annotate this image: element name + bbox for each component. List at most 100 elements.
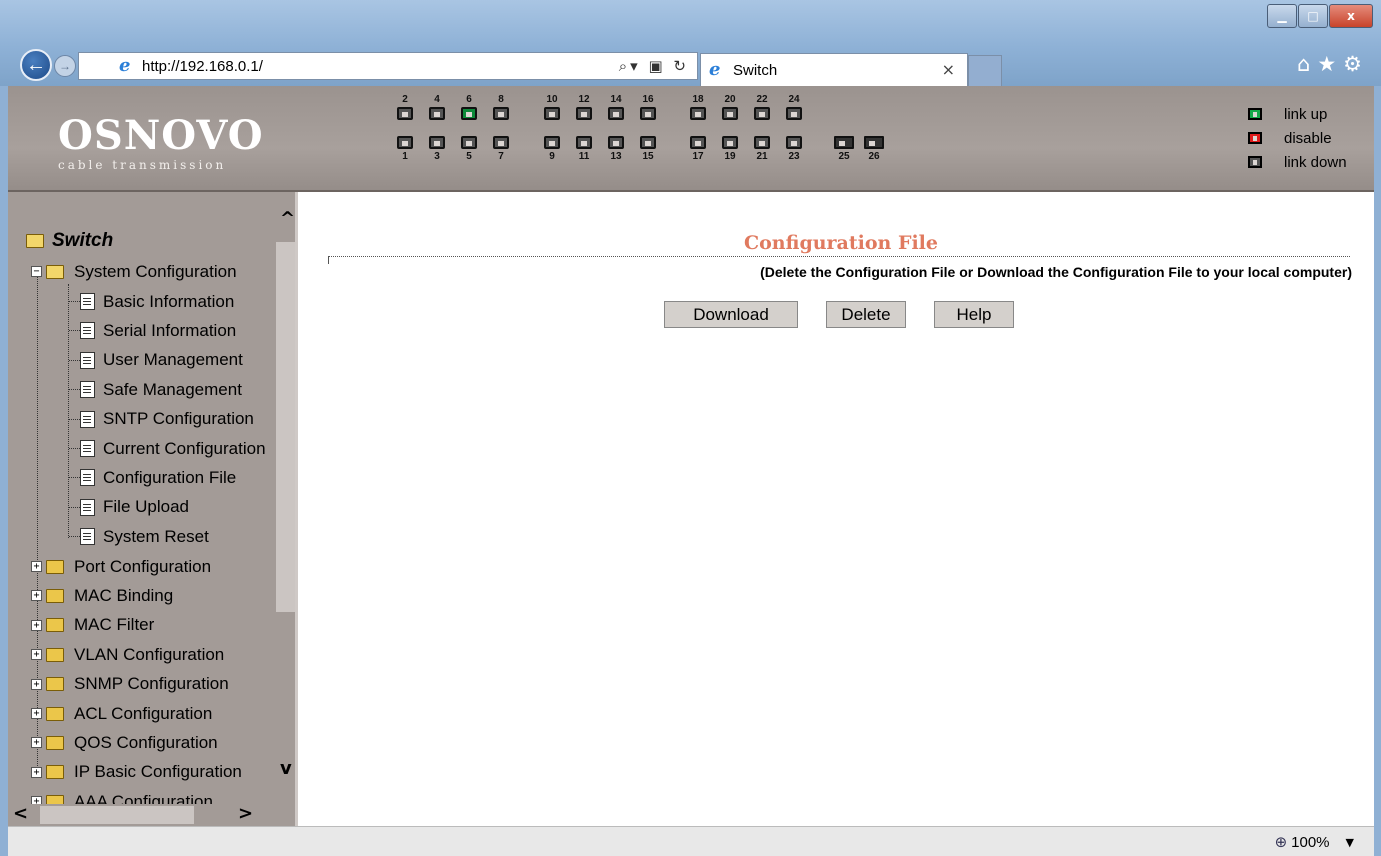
horizontal-scroll-thumb[interactable]	[40, 806, 194, 824]
expand-icon[interactable]: +	[31, 649, 42, 661]
expand-icon[interactable]: +	[31, 561, 42, 572]
tree-item-mac-filter[interactable]: + MAC Filter	[31, 611, 154, 640]
port-14[interactable]: 14	[604, 94, 628, 122]
address-actions-icon[interactable]: ⌕▾ ▣ ↻	[619, 57, 689, 75]
tree-item-serial-information[interactable]: Serial Information	[80, 316, 236, 345]
maximize-button[interactable]: □	[1298, 4, 1328, 28]
port-number: 20	[724, 94, 736, 105]
download-button[interactable]: Download	[664, 301, 798, 328]
port-5[interactable]: 5	[457, 134, 481, 162]
tab-title: Switch	[733, 61, 778, 79]
gear-icon[interactable]: ⚙	[1343, 52, 1369, 76]
tree-root[interactable]: Switch	[26, 230, 113, 252]
port-24[interactable]: 24	[782, 94, 806, 122]
window-controls: ▁ □ x	[1266, 4, 1373, 28]
tree-item-label: Basic Information	[103, 291, 235, 311]
port-6[interactable]: 6	[457, 94, 481, 122]
expand-icon[interactable]: +	[31, 766, 42, 778]
scroll-right-icon[interactable]: >	[238, 803, 253, 824]
tree-item-aaa-configuration[interactable]: + AAA Configuration	[31, 787, 213, 804]
ie-tab-icon: e	[709, 59, 721, 80]
port-20[interactable]: 20	[718, 94, 742, 122]
scroll-down-icon[interactable]: v	[280, 758, 292, 779]
tree-item-vlan-configuration[interactable]: + VLAN Configuration	[31, 640, 224, 669]
port-10[interactable]: 10	[540, 94, 564, 122]
port-number: 19	[724, 151, 736, 162]
ethernet-port-icon	[544, 107, 560, 120]
expand-icon[interactable]: +	[31, 737, 42, 749]
tree-item-user-management[interactable]: User Management	[80, 346, 243, 375]
collapse-icon[interactable]: −	[31, 266, 42, 277]
tree-item-label: ACL Configuration	[74, 703, 213, 723]
legend-link-down-label: link down	[1284, 153, 1347, 171]
vertical-scroll-thumb[interactable]	[276, 242, 295, 612]
tree-item-basic-information[interactable]: Basic Information	[80, 287, 234, 316]
expand-icon[interactable]: +	[31, 796, 42, 804]
expand-icon[interactable]: +	[31, 678, 42, 690]
home-icon[interactable]: ⌂	[1297, 52, 1317, 76]
port-12[interactable]: 12	[572, 94, 596, 122]
address-bar[interactable]: e http://192.168.0.1/ ⌕▾ ▣ ↻	[78, 52, 698, 80]
port-16[interactable]: 16	[636, 94, 660, 122]
minimize-button[interactable]: ▁	[1267, 4, 1297, 28]
port-2[interactable]: 2	[393, 94, 417, 122]
tree-item-acl-configuration[interactable]: + ACL Configuration	[31, 699, 212, 728]
tree-item-file-upload[interactable]: File Upload	[80, 493, 189, 522]
port-17[interactable]: 17	[686, 134, 710, 162]
port-13[interactable]: 13	[604, 134, 628, 162]
port-15[interactable]: 15	[636, 134, 660, 162]
scroll-up-icon[interactable]: ^	[280, 208, 295, 229]
port-number: 10	[546, 94, 558, 105]
tree-item-sntp-configuration[interactable]: SNTP Configuration	[80, 405, 254, 434]
tree-item-configuration-file[interactable]: Configuration File	[80, 463, 236, 492]
help-button[interactable]: Help	[934, 301, 1014, 328]
tree-item-label: Current Configuration	[103, 438, 266, 458]
ethernet-port-icon	[834, 136, 854, 149]
port-up-icon	[1248, 108, 1262, 120]
ethernet-port-icon	[640, 136, 656, 149]
port-11[interactable]: 11	[572, 134, 596, 162]
port-7[interactable]: 7	[489, 134, 513, 162]
delete-button[interactable]: Delete	[826, 301, 906, 328]
port-4[interactable]: 4	[425, 94, 449, 122]
port-23[interactable]: 23	[782, 134, 806, 162]
port-25[interactable]: 25	[832, 134, 856, 162]
port-26[interactable]: 26	[862, 134, 886, 162]
tree-connector	[69, 301, 80, 302]
tree-item-mac-binding[interactable]: + MAC Binding	[31, 581, 173, 610]
close-window-button[interactable]: x	[1329, 4, 1373, 28]
tree-vertical-scrollbar[interactable]: ^ v	[275, 192, 295, 804]
tab-close-icon[interactable]: ×	[942, 60, 955, 79]
back-button[interactable]: ←	[20, 49, 52, 81]
tree-item-ip-basic-configuration[interactable]: + IP Basic Configuration	[31, 758, 242, 787]
favorites-star-icon[interactable]: ★	[1317, 52, 1343, 76]
tree-item-system-configuration[interactable]: − System Configuration	[31, 257, 237, 286]
expand-icon[interactable]: +	[31, 708, 42, 719]
port-3[interactable]: 3	[425, 134, 449, 162]
tree-item-qos-configuration[interactable]: + QOS Configuration	[31, 728, 218, 757]
port-22[interactable]: 22	[750, 94, 774, 122]
zoom-control[interactable]: ⊕ 100% ▼	[1275, 833, 1354, 851]
zoom-dropdown-icon[interactable]: ▼	[1346, 836, 1354, 849]
osnovo-logo: OSNOVO cable transmission	[58, 116, 264, 173]
expand-icon[interactable]: +	[31, 590, 42, 602]
tree-connector	[69, 448, 80, 449]
port-21[interactable]: 21	[750, 134, 774, 162]
scroll-left-icon[interactable]: <	[13, 803, 28, 824]
address-url[interactable]: http://192.168.0.1/	[142, 58, 263, 75]
port-9[interactable]: 9	[540, 134, 564, 162]
expand-icon[interactable]: +	[31, 619, 42, 631]
tree-horizontal-scrollbar[interactable]: < >	[8, 803, 274, 826]
tree-item-system-reset[interactable]: System Reset	[80, 522, 209, 551]
tree-item-safe-management[interactable]: Safe Management	[80, 375, 242, 404]
port-1[interactable]: 1	[393, 134, 417, 162]
tab-switch[interactable]: e Switch ×	[700, 53, 968, 86]
port-18[interactable]: 18	[686, 94, 710, 122]
tree-item-current-configuration[interactable]: Current Configuration	[80, 434, 266, 463]
tree-item-port-configuration[interactable]: + Port Configuration	[31, 552, 211, 581]
tree-item-snmp-configuration[interactable]: + SNMP Configuration	[31, 670, 229, 699]
new-tab-button[interactable]	[968, 55, 1002, 86]
port-8[interactable]: 8	[489, 94, 513, 122]
port-19[interactable]: 19	[718, 134, 742, 162]
forward-button[interactable]: →	[54, 55, 76, 77]
